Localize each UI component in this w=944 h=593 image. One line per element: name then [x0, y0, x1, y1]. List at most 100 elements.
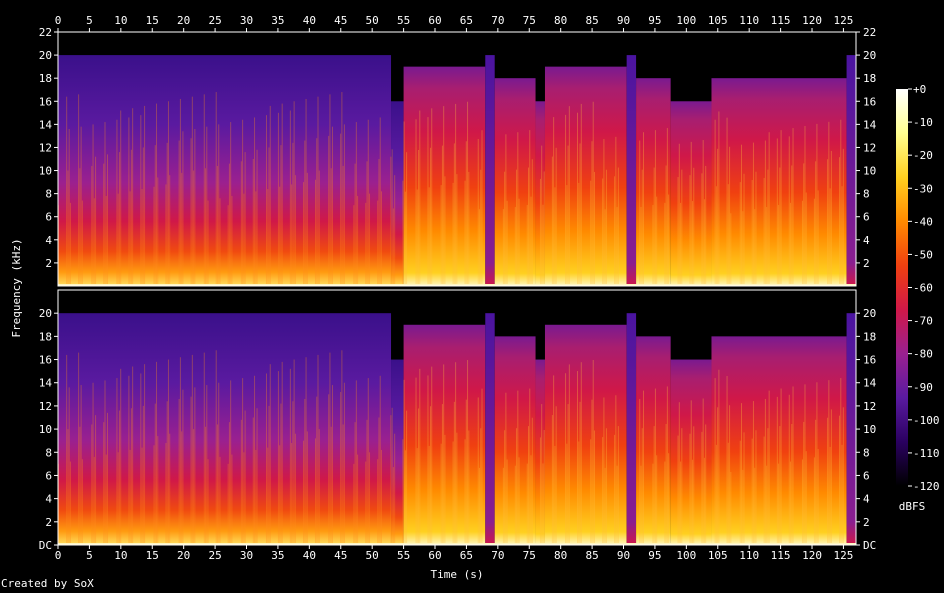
x-tick-label-bottom: 50 [366, 549, 379, 562]
y-tick-label-right: 16 [863, 95, 876, 108]
x-tick-label-bottom: 125 [833, 549, 853, 562]
colorbar-tick-label: -60 [913, 282, 933, 295]
y-tick-label-right: 8 [863, 446, 870, 459]
x-tick-label-top: 15 [146, 14, 159, 27]
y-tick-label-right: 6 [863, 469, 870, 482]
colorbar-tick-label: -110 [913, 447, 940, 460]
colorbar-tick-label: -50 [913, 248, 933, 261]
colorbar-ticks: +0 -10 -20 -30 -40 -50 -60 -70 -80 -90 -100 -110 -12… [908, 83, 940, 493]
y-tick-label-left: 10 [39, 423, 52, 436]
y-tick-label-right: 6 [863, 211, 870, 224]
x-tick-label-bottom: 110 [739, 549, 759, 562]
x-tick-label-bottom: 55 [397, 549, 410, 562]
x-tick-label-top: 50 [366, 14, 379, 27]
x-tick-label-bottom: 10 [114, 549, 127, 562]
spectrogram-chart: 0 5 10 15 20 25 30 35 40 45 50 55 60 65 70 75 80 85 90 95 10… [10, 14, 940, 581]
x-tick-label-top: 95 [648, 14, 661, 27]
y-axis-right: 2 4 6 8 10 12 14 16 18 20 22 DC 2 4 6 8 10 12 14 16 18 20 [856, 26, 877, 552]
y-tick-label-right: 20 [863, 49, 876, 62]
y-axis-label: Frequency (kHz) [10, 238, 23, 337]
y-tick-label-right: 18 [863, 330, 876, 343]
spectrum-segment [846, 313, 856, 545]
x-tick-label-top: 115 [771, 14, 791, 27]
y-tick-label-left: 18 [39, 330, 52, 343]
y-tick-label-right: 4 [863, 493, 870, 506]
x-axis-top: 0 5 10 15 20 25 30 35 40 45 50 55 60 65 70 75 80 85 90 95 10… [55, 14, 853, 32]
y-tick-label-left: 12 [39, 141, 52, 154]
x-tick-label-top: 45 [334, 14, 347, 27]
y-tick-label-right: 12 [863, 400, 876, 413]
x-tick-label-bottom: 105 [708, 549, 728, 562]
spectrum-segment [485, 55, 495, 286]
y-tick-label-right: 2 [863, 516, 870, 529]
x-tick-label-top: 60 [428, 14, 441, 27]
colorbar [896, 89, 908, 486]
y-tick-label-left: 12 [39, 400, 52, 413]
x-tick-label-bottom: 25 [208, 549, 221, 562]
x-tick-label-bottom: 80 [554, 549, 567, 562]
x-tick-label-bottom: 100 [676, 549, 696, 562]
y-tick-label-left: 2 [45, 257, 52, 270]
colorbar-tick-label: -70 [913, 315, 933, 328]
x-tick-label-top: 30 [240, 14, 253, 27]
colorbar-tick-label: -100 [913, 414, 940, 427]
y-tick-label-left: 4 [45, 234, 52, 247]
y-tick-label-right: 12 [863, 141, 876, 154]
x-tick-label-bottom: 30 [240, 549, 253, 562]
x-tick-label-top: 0 [55, 14, 62, 27]
x-tick-label-bottom: 120 [802, 549, 822, 562]
y-tick-label-left: 18 [39, 72, 52, 85]
colorbar-label: dBFS [899, 500, 926, 513]
x-tick-label-top: 125 [833, 14, 853, 27]
x-tick-label-bottom: 15 [146, 549, 159, 562]
x-tick-label-top: 105 [708, 14, 728, 27]
x-tick-label-bottom: 70 [491, 549, 504, 562]
spectrum-segment [626, 55, 637, 286]
y-tick-label-left: 2 [45, 516, 52, 529]
y-axis-left: 2 4 6 8 10 12 14 16 18 20 22 DC 2 4 6 8 10 12 14 16 18 20 [39, 26, 58, 552]
x-tick-label-top: 25 [208, 14, 221, 27]
x-tick-label-top: 70 [491, 14, 504, 27]
y-tick-label-right: 2 [863, 257, 870, 270]
y-tick-label-right: 16 [863, 354, 876, 367]
y-tick-label-right: 10 [863, 165, 876, 178]
x-tick-label-top: 75 [523, 14, 536, 27]
y-tick-label-right: 14 [863, 377, 877, 390]
x-tick-label-top: 80 [554, 14, 567, 27]
x-tick-label-bottom: 20 [177, 549, 190, 562]
x-tick-label-bottom: 35 [271, 549, 284, 562]
x-tick-label-top: 65 [460, 14, 473, 27]
spectrum-segment [626, 313, 637, 545]
colorbar-tick-label: -80 [913, 348, 933, 361]
x-axis-label: Time (s) [431, 568, 484, 581]
colorbar-tick-label: -20 [913, 149, 933, 162]
y-tick-label-left: 16 [39, 95, 52, 108]
x-tick-label-top: 10 [114, 14, 127, 27]
credit-text: Created by SoX [1, 577, 94, 590]
y-tick-label-right: 18 [863, 72, 876, 85]
y-tick-label-right: 4 [863, 234, 870, 247]
y-tick-label-left: 8 [45, 446, 52, 459]
x-tick-label-top: 5 [86, 14, 93, 27]
x-tick-label-bottom: 85 [585, 549, 598, 562]
x-tick-label-top: 55 [397, 14, 410, 27]
y-tick-label-right: 14 [863, 118, 877, 131]
x-tick-label-top: 120 [802, 14, 822, 27]
x-axis-bottom: 0 5 10 15 20 25 30 35 40 45 50 55 60 65 70 75 80 85 90 95 10… [55, 545, 853, 562]
y-tick-label-left: 6 [45, 211, 52, 224]
spectrum-segment [846, 55, 856, 286]
x-tick-label-top: 100 [676, 14, 696, 27]
y-tick-label-left: 4 [45, 493, 52, 506]
colorbar-tick-label: -40 [913, 215, 933, 228]
y-tick-label-left: 20 [39, 49, 52, 62]
y-tick-label-right: 10 [863, 423, 876, 436]
x-tick-label-top: 40 [303, 14, 316, 27]
y-tick-label-left: 14 [39, 118, 53, 131]
x-tick-label-bottom: 95 [648, 549, 661, 562]
x-tick-label-top: 35 [271, 14, 284, 27]
x-tick-label-bottom: 0 [55, 549, 62, 562]
y-tick-label-left: 20 [39, 307, 52, 320]
y-tick-label-right: 22 [863, 26, 876, 39]
x-tick-label-bottom: 5 [86, 549, 93, 562]
y-tick-label-right: 8 [863, 188, 870, 201]
